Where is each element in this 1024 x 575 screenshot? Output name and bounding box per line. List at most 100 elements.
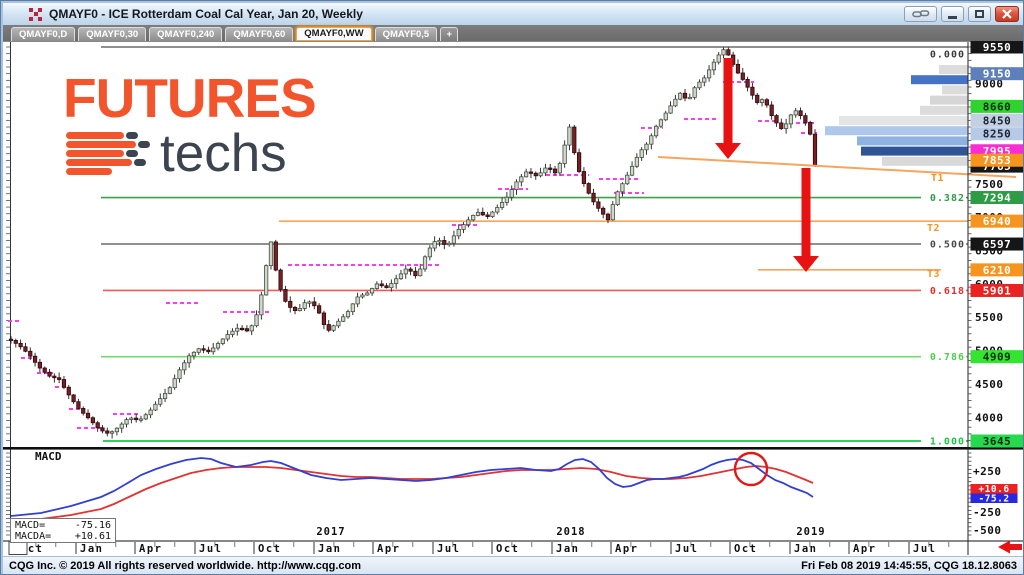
cqg-app-icon [29,7,43,21]
volume-profile-bar [839,116,968,125]
svg-text:8250: 8250 [983,128,1012,141]
svg-text:6597: 6597 [983,238,1012,251]
svg-text:2019: 2019 [796,526,825,538]
svg-text:6940: 6940 [983,215,1012,228]
svg-text:Jan: Jan [318,543,341,555]
restore-button[interactable] [968,6,991,22]
tab-qmayf0-240[interactable]: QMAYF0,240 [149,27,223,41]
volume-profile-bar [857,136,968,146]
volume-profile-bar [861,146,968,156]
svg-text:Jul: Jul [675,543,698,555]
window-title: QMAYF0 - ICE Rotterdam Coal Cal Year, Ja… [49,7,363,21]
svg-text:1.000: 1.000 [930,437,965,448]
svg-text:0.382: 0.382 [930,193,965,204]
svg-text:4909: 4909 [983,351,1012,364]
svg-text:5500: 5500 [975,311,1004,324]
price-badge-5901: 5901 [970,283,1023,297]
price-badge-8660: 8660 [970,99,1023,113]
fib-label-0.000: 0.000 [921,48,966,61]
macd-value-2: +10.61 [74,531,111,542]
macd-line [10,457,814,517]
price-badge-6210: 6210 [970,263,1023,277]
svg-text:0.500: 0.500 [930,240,965,251]
fib-label-1.000: 1.000 [921,435,966,448]
svg-text:7294: 7294 [983,192,1012,205]
svg-text:0.786: 0.786 [930,352,965,363]
chart-client-area: FUTURES techs 90007500700065006000550050… [3,41,1023,556]
title-bar[interactable]: QMAYF0 - ICE Rotterdam Coal Cal Year, Ja… [3,3,1023,25]
svg-text:9150: 9150 [983,68,1012,81]
target-labels: T1 T2 T3 [927,173,944,280]
macd-badge--75.2: -75.2 [970,493,1018,505]
fib-label-0.618: 0.618 [921,284,966,297]
tab-qmayf0-ww[interactable]: QMAYF0,WW [296,27,372,41]
volume-profile-bar [920,105,968,115]
close-button[interactable] [995,6,1019,22]
macd-scale: +250-250-500+10.6-75.2 [970,465,1018,537]
volume-profile-bar [930,95,968,105]
chart-canvas[interactable]: 9000750070006500600055005000450040009550… [3,41,1023,556]
svg-text:-500: -500 [973,524,1002,537]
svg-text:8450: 8450 [983,114,1012,127]
minimize-button[interactable] [941,6,964,22]
fib-label-0.500: 0.500 [921,238,966,251]
svg-text:Jul: Jul [913,543,936,555]
svg-text:T1: T1 [931,173,944,184]
fib-label-0.382: 0.382 [921,191,966,204]
svg-text:Jul: Jul [437,543,460,555]
tab-qmayf0-60[interactable]: QMAYF0,60 [225,27,294,41]
panel-separator [3,447,1023,450]
macd-label-1: MACD= [15,520,46,531]
candlestick-series [8,47,818,439]
svg-text:0.618: 0.618 [930,286,965,297]
macd-value-tooltip: MACD= -75.16 MACDA= +10.61 [10,518,116,543]
resistance-lines [279,220,968,271]
svg-text:-250: -250 [973,506,1002,519]
session-timestamp: Fri Feb 08 2019 14:45:55, CQG 18.12.8063 [801,559,1017,572]
fib-label-0.786: 0.786 [921,350,966,363]
svg-text:7500: 7500 [975,178,1004,191]
tab-qmayf0-d[interactable]: QMAYF0,D [11,27,76,41]
svg-text:-75.2: -75.2 [978,494,1009,505]
svg-text:+250: +250 [973,465,1002,478]
svg-text:Apr: Apr [853,543,876,555]
svg-text:9550: 9550 [983,41,1012,54]
price-badge-7294: 7294 [970,191,1023,205]
volume-profile-bar [942,85,968,95]
price-badge-8250: 8250 [970,127,1023,141]
axis-empty-label-box [8,541,28,555]
tab-qmayf0-30[interactable]: QMAYF0,30 [78,27,147,41]
svg-text:Jan: Jan [80,543,103,555]
volume-profile-bar [882,156,968,166]
volume-profile-bar [939,65,968,74]
price-badge-3645: 3645 [970,434,1023,448]
svg-text:3645: 3645 [983,435,1012,448]
svg-text:T3: T3 [927,269,940,280]
link-window-icon[interactable] [904,6,937,22]
svg-text:6210: 6210 [983,264,1012,277]
price-badge-7853: 7853 [970,153,1023,167]
volume-profile [825,65,968,166]
price-badge-6597: 6597 [970,237,1023,251]
tab-qmayf0-5[interactable]: QMAYF0,5 [374,27,438,41]
red-down-arrow [793,168,819,272]
add-tab-button[interactable]: + [440,27,459,41]
scroll-right-edge-arrow-icon [998,540,1022,554]
status-bar: CQG Inc. © 2019 All rights reserved worl… [3,556,1023,574]
copyright-text: CQG Inc. © 2019 All rights reserved worl… [9,559,362,572]
price-badge-4909: 4909 [970,350,1023,364]
price-badge-8450: 8450 [970,113,1023,127]
svg-text:Oct: Oct [258,543,281,555]
macd-value-1: -75.16 [74,520,111,531]
svg-text:2018: 2018 [556,526,585,538]
price-badge-9150: 9150 [970,67,1023,81]
svg-text:Jan: Jan [556,543,579,555]
svg-text:T2: T2 [927,223,940,234]
macd-lines [10,451,814,522]
svg-text:Apr: Apr [377,543,400,555]
svg-text:8660: 8660 [983,100,1012,113]
volume-profile-bar [911,75,968,85]
macd-label-2: MACDA= [15,531,52,542]
svg-text:Apr: Apr [615,543,638,555]
fib-level-lines [101,46,968,442]
